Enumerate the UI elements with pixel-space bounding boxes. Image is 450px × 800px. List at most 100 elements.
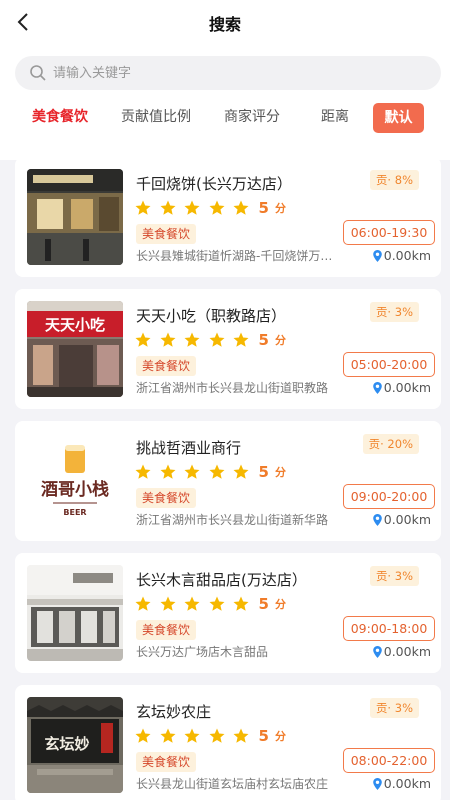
- star-icon: [233, 728, 249, 743]
- distance: 0.00km: [372, 512, 431, 527]
- svg-text:天天小吃: 天天小吃: [45, 316, 105, 334]
- store-address: 长兴县龙山街道玄坛庙村玄坛庙农庄: [136, 777, 329, 791]
- distance: 0.00km: [372, 776, 431, 791]
- rating-stars: 5 分: [134, 593, 286, 615]
- rating-unit: 分: [274, 466, 286, 479]
- store-name: 挑战哲酒业商行: [136, 439, 242, 457]
- tab-food[interactable]: 美食餐饮: [24, 102, 96, 134]
- store-name: 千回烧饼(长兴万达店）: [136, 175, 292, 193]
- star-icon: [209, 728, 224, 743]
- rating-unit: 分: [274, 730, 286, 743]
- tab-contribution-ratio[interactable]: 贡献值比例: [112, 102, 200, 134]
- store-card[interactable]: 天天小吃 天天小吃（职教路店） 5 分 美食餐饮 浙江省湖州市长兴县龙山街道职教…: [15, 289, 441, 409]
- star-icon: [184, 332, 200, 347]
- store-image: 天天小吃: [27, 301, 123, 397]
- rating-stars: 5 分: [134, 197, 286, 219]
- rating-stars: 5 分: [134, 725, 286, 747]
- star-icon: [209, 464, 224, 479]
- star-icon: [160, 596, 175, 611]
- rating-stars: 5 分: [134, 461, 286, 483]
- filter-tabs: 美食餐饮 贡献值比例 商家评分 距离 默认: [0, 102, 450, 134]
- star-icon: [160, 200, 175, 215]
- contribution-badge: 贡· 3%: [369, 566, 419, 586]
- star-icon: [160, 332, 175, 347]
- store-card[interactable]: 玄坛妙 玄坛妙农庄 5 分 美食餐饮 长兴县龙山街道玄坛庙村玄坛庙农庄 贡· 3…: [15, 685, 441, 800]
- store-image: [27, 565, 123, 661]
- star-icon: [233, 200, 249, 215]
- opening-hours: 05:00-20:00: [343, 352, 435, 377]
- opening-hours: 09:00-18:00: [343, 616, 435, 641]
- opening-hours: 09:00-20:00: [343, 484, 435, 509]
- category-badge: 美食餐饮: [136, 356, 197, 376]
- store-image: 酒哥小栈 BEER: [27, 433, 123, 529]
- rating-stars: 5 分: [134, 329, 286, 351]
- top-bar: 搜索 美食餐饮 贡献值比例 商家评分 距离 默认: [0, 0, 450, 160]
- category-badge: 美食餐饮: [136, 620, 197, 640]
- category-badge: 美食餐饮: [136, 488, 197, 508]
- search-bar[interactable]: [15, 56, 441, 90]
- store-card[interactable]: 酒哥小栈 BEER 挑战哲酒业商行 5 分 美食餐饮 浙江省湖州市长兴县龙山街道…: [15, 421, 441, 541]
- star-icon: [233, 596, 249, 611]
- contribution-badge: 贡· 3%: [369, 302, 419, 322]
- rating-score: 5: [258, 463, 269, 481]
- location-pin-icon: [372, 513, 382, 526]
- distance: 0.00km: [372, 644, 431, 659]
- distance-value: 0.00km: [383, 380, 431, 395]
- store-address: 长兴万达广场店木言甜品: [136, 645, 269, 659]
- location-pin-icon: [372, 381, 382, 394]
- star-icon: [135, 332, 151, 347]
- store-address: 长兴县雉城街道忻湖路-千回烧饼万达店: [136, 249, 336, 263]
- rating-score: 5: [258, 331, 269, 349]
- rating-unit: 分: [274, 334, 286, 347]
- star-icon: [135, 464, 151, 479]
- star-icon: [135, 200, 151, 215]
- star-icon: [135, 728, 151, 743]
- star-icon: [135, 596, 151, 611]
- contribution-badge: 贡· 3%: [369, 698, 419, 718]
- distance-value: 0.00km: [383, 512, 431, 527]
- distance: 0.00km: [372, 248, 431, 263]
- star-icon: [209, 200, 224, 215]
- star-icon: [184, 596, 200, 611]
- location-pin-icon: [372, 777, 382, 790]
- svg-text:玄坛妙: 玄坛妙: [44, 735, 89, 753]
- star-icon: [160, 728, 175, 743]
- star-icon: [184, 200, 200, 215]
- nav-bar: 搜索: [0, 0, 450, 46]
- rating-unit: 分: [274, 202, 286, 215]
- star-icon: [184, 728, 200, 743]
- category-badge: 美食餐饮: [136, 224, 197, 244]
- location-pin-icon: [372, 249, 382, 262]
- rating-score: 5: [258, 199, 269, 217]
- store-image: [27, 169, 123, 265]
- store-name: 天天小吃（职教路店）: [136, 307, 287, 325]
- tab-default-button[interactable]: 默认: [373, 103, 424, 133]
- search-input[interactable]: [53, 56, 413, 90]
- distance: 0.00km: [372, 380, 431, 395]
- search-icon: [30, 65, 46, 81]
- star-icon: [160, 464, 175, 479]
- logo-subtext: BEER: [63, 508, 86, 517]
- store-card[interactable]: 长兴木言甜品店(万达店） 5 分 美食餐饮 长兴万达广场店木言甜品 贡· 3% …: [15, 553, 441, 673]
- store-address: 浙江省湖州市长兴县龙山街道职教路: [136, 381, 329, 395]
- star-icon: [184, 464, 200, 479]
- page-title: 搜索: [208, 15, 241, 34]
- logo-text: 酒哥小栈: [41, 479, 109, 500]
- distance-value: 0.00km: [383, 776, 431, 791]
- distance-value: 0.00km: [383, 644, 431, 659]
- store-name: 长兴木言甜品店(万达店）: [136, 571, 307, 589]
- star-icon: [209, 332, 224, 347]
- rating-unit: 分: [274, 598, 286, 611]
- store-image: 玄坛妙: [27, 697, 123, 793]
- category-badge: 美食餐饮: [136, 752, 197, 772]
- store-name: 玄坛妙农庄: [136, 703, 212, 721]
- store-card[interactable]: 千回烧饼(长兴万达店） 5 分 美食餐饮 长兴县雉城街道忻湖路-千回烧饼万达店 …: [15, 157, 441, 277]
- store-address: 浙江省湖州市长兴县龙山街道新华路: [136, 513, 329, 527]
- contribution-badge: 贡· 20%: [362, 434, 419, 454]
- contribution-badge: 贡· 8%: [369, 170, 419, 190]
- rating-score: 5: [258, 595, 269, 613]
- tab-distance[interactable]: 距离: [310, 102, 360, 134]
- tab-merchant-rating[interactable]: 商家评分: [215, 102, 289, 134]
- rating-score: 5: [258, 727, 269, 745]
- opening-hours: 06:00-19:30: [343, 220, 435, 245]
